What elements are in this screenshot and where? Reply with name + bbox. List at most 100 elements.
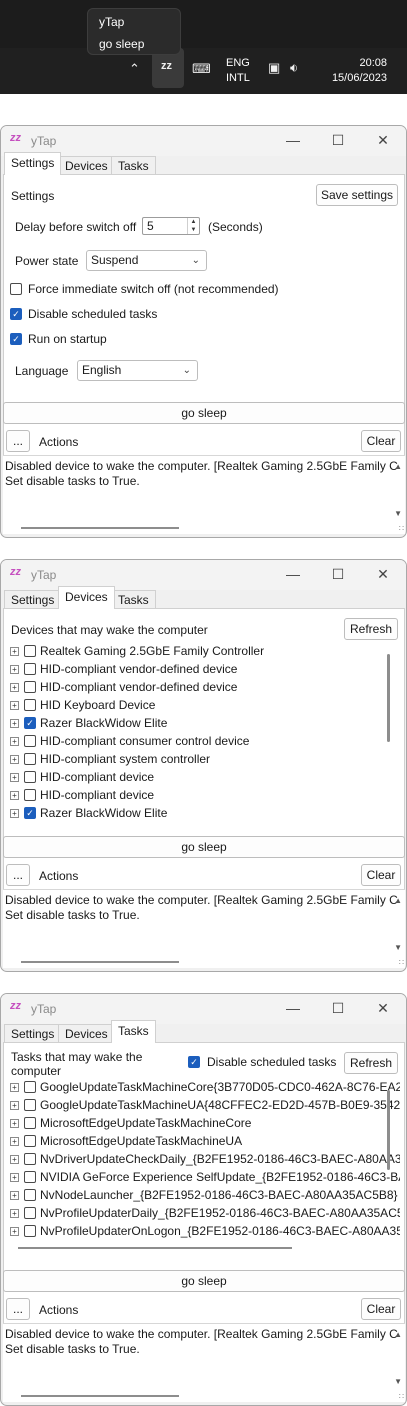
devices-list[interactable]: + ✓ Razer BlackWidow Elite + HID-compliant d… bbox=[10, 642, 400, 822]
maximize-icon[interactable]: ☐ bbox=[328, 130, 348, 150]
go-sleep-button[interactable]: go sleep bbox=[3, 402, 405, 424]
clear-button[interactable]: Clear bbox=[361, 1298, 401, 1320]
expand-icon[interactable]: + bbox=[10, 755, 19, 764]
tab-tasks[interactable]: Tasks bbox=[111, 156, 156, 175]
tray-menu-title[interactable]: yTap bbox=[99, 15, 124, 29]
disable-tasks-label[interactable]: Disable scheduled tasks bbox=[207, 1055, 336, 1069]
force-switch-off-label[interactable]: Force immediate switch off (not recommen… bbox=[28, 282, 279, 296]
list-item-checkbox[interactable] bbox=[24, 1153, 36, 1165]
list-item-checkbox[interactable] bbox=[24, 1207, 36, 1219]
horizontal-scrollbar[interactable] bbox=[21, 527, 179, 529]
scroll-down-icon[interactable]: ▼ bbox=[394, 1377, 402, 1386]
minimize-icon[interactable]: — bbox=[283, 564, 303, 584]
expand-icon[interactable]: + bbox=[10, 665, 19, 674]
expand-icon[interactable]: + bbox=[10, 809, 19, 818]
clear-button[interactable]: Clear bbox=[361, 430, 401, 452]
delay-stepper[interactable]: 5 ▲ ▼ bbox=[142, 217, 200, 235]
language-select[interactable]: English ⌄ bbox=[77, 360, 198, 381]
tab-settings[interactable]: Settings bbox=[4, 590, 62, 609]
resize-grip-icon[interactable]: ∷ bbox=[399, 1392, 404, 1401]
list-item-checkbox[interactable]: ✓ bbox=[24, 717, 36, 729]
expand-icon[interactable]: + bbox=[10, 1119, 19, 1128]
disable-tasks-checkbox[interactable]: ✓ bbox=[10, 308, 22, 320]
save-settings-button[interactable]: Save settings bbox=[316, 184, 398, 206]
close-icon[interactable]: ✕ bbox=[373, 130, 393, 150]
list-item-checkbox[interactable] bbox=[24, 753, 36, 765]
tab-tasks[interactable]: Tasks bbox=[111, 1020, 156, 1043]
expand-icon[interactable]: + bbox=[10, 1191, 19, 1200]
run-on-startup-label[interactable]: Run on startup bbox=[28, 332, 107, 346]
list-item-checkbox[interactable] bbox=[24, 699, 36, 711]
list-item-checkbox[interactable] bbox=[24, 1081, 36, 1093]
scroll-down-icon[interactable]: ▼ bbox=[394, 509, 402, 518]
list-item-checkbox[interactable] bbox=[24, 663, 36, 675]
list-item-checkbox[interactable] bbox=[24, 681, 36, 693]
expand-icon[interactable]: + bbox=[10, 1173, 19, 1182]
close-icon[interactable]: ✕ bbox=[373, 998, 393, 1018]
more-button[interactable]: ... bbox=[6, 1298, 30, 1320]
force-switch-off-checkbox[interactable] bbox=[10, 283, 22, 295]
vertical-scrollbar[interactable] bbox=[387, 1090, 390, 1170]
refresh-button[interactable]: Refresh bbox=[344, 1052, 398, 1074]
horizontal-scrollbar[interactable] bbox=[18, 1247, 292, 1249]
list-item-checkbox[interactable] bbox=[24, 1171, 36, 1183]
chevron-up-icon[interactable]: ⌃ bbox=[129, 61, 140, 77]
volume-icon[interactable]: 🔉︎ bbox=[290, 60, 298, 76]
list-item-checkbox[interactable] bbox=[24, 645, 36, 657]
go-sleep-button[interactable]: go sleep bbox=[3, 836, 405, 858]
tab-devices[interactable]: Devices bbox=[58, 156, 115, 175]
maximize-icon[interactable]: ☐ bbox=[328, 564, 348, 584]
run-on-startup-checkbox[interactable]: ✓ bbox=[10, 333, 22, 345]
expand-icon[interactable]: + bbox=[10, 1227, 19, 1236]
tab-devices[interactable]: Devices bbox=[58, 1024, 115, 1043]
tray-menu-go-sleep[interactable]: go sleep bbox=[99, 37, 144, 51]
list-item-checkbox[interactable] bbox=[24, 1135, 36, 1147]
expand-icon[interactable]: + bbox=[10, 1083, 19, 1092]
scroll-up-icon[interactable]: ▲ bbox=[394, 1330, 402, 1339]
maximize-icon[interactable]: ☐ bbox=[328, 998, 348, 1018]
scroll-up-icon[interactable]: ▲ bbox=[394, 896, 402, 905]
expand-icon[interactable]: + bbox=[10, 647, 19, 656]
minimize-icon[interactable]: — bbox=[283, 998, 303, 1018]
vertical-scrollbar[interactable] bbox=[387, 654, 390, 742]
resize-grip-icon[interactable]: ∷ bbox=[399, 524, 404, 533]
horizontal-scrollbar[interactable] bbox=[21, 961, 179, 963]
tab-settings[interactable]: Settings bbox=[4, 152, 62, 175]
expand-icon[interactable]: + bbox=[10, 1137, 19, 1146]
list-item-checkbox[interactable] bbox=[24, 771, 36, 783]
tasks-list[interactable]: + NvProfileUpdaterOnLogon_{B2FE1952-0186-… bbox=[10, 1078, 400, 1248]
list-item-checkbox[interactable] bbox=[24, 1225, 36, 1237]
expand-icon[interactable]: + bbox=[10, 737, 19, 746]
list-item-checkbox[interactable] bbox=[24, 1099, 36, 1111]
close-icon[interactable]: ✕ bbox=[373, 564, 393, 584]
expand-icon[interactable]: + bbox=[10, 701, 19, 710]
list-item-checkbox[interactable] bbox=[24, 1189, 36, 1201]
tab-settings[interactable]: Settings bbox=[4, 1024, 62, 1043]
keyboard-icon[interactable]: ⌨ bbox=[192, 61, 211, 77]
disable-tasks-checkbox[interactable]: ✓ bbox=[188, 1056, 200, 1068]
log-output[interactable]: Disabled device to wake the computer. [R… bbox=[3, 889, 405, 968]
refresh-button[interactable]: Refresh bbox=[344, 618, 398, 640]
horizontal-scrollbar[interactable] bbox=[21, 1395, 179, 1397]
tab-devices[interactable]: Devices bbox=[58, 586, 115, 609]
log-output[interactable]: Disabled device to wake the computer. [R… bbox=[3, 1323, 405, 1402]
more-button[interactable]: ... bbox=[6, 430, 30, 452]
expand-icon[interactable]: + bbox=[10, 1101, 19, 1110]
expand-icon[interactable]: + bbox=[10, 773, 19, 782]
minimize-icon[interactable]: — bbox=[283, 130, 303, 150]
list-item-checkbox[interactable] bbox=[24, 1117, 36, 1129]
scroll-up-icon[interactable]: ▲ bbox=[394, 462, 402, 471]
scroll-down-icon[interactable]: ▼ bbox=[394, 943, 402, 952]
clock[interactable]: 20:08 15/06/2023 bbox=[332, 56, 387, 86]
expand-icon[interactable]: + bbox=[10, 719, 19, 728]
list-item-checkbox[interactable] bbox=[24, 735, 36, 747]
stepper-arrows-icon[interactable]: ▲ ▼ bbox=[187, 218, 199, 234]
power-state-select[interactable]: Suspend ⌄ bbox=[86, 250, 207, 271]
expand-icon[interactable]: + bbox=[10, 1155, 19, 1164]
go-sleep-button[interactable]: go sleep bbox=[3, 1270, 405, 1292]
list-item-checkbox[interactable]: ✓ bbox=[24, 807, 36, 819]
network-icon[interactable]: ▣ bbox=[268, 60, 280, 76]
disable-tasks-label[interactable]: Disable scheduled tasks bbox=[28, 307, 157, 321]
resize-grip-icon[interactable]: ∷ bbox=[399, 958, 404, 967]
expand-icon[interactable]: + bbox=[10, 683, 19, 692]
